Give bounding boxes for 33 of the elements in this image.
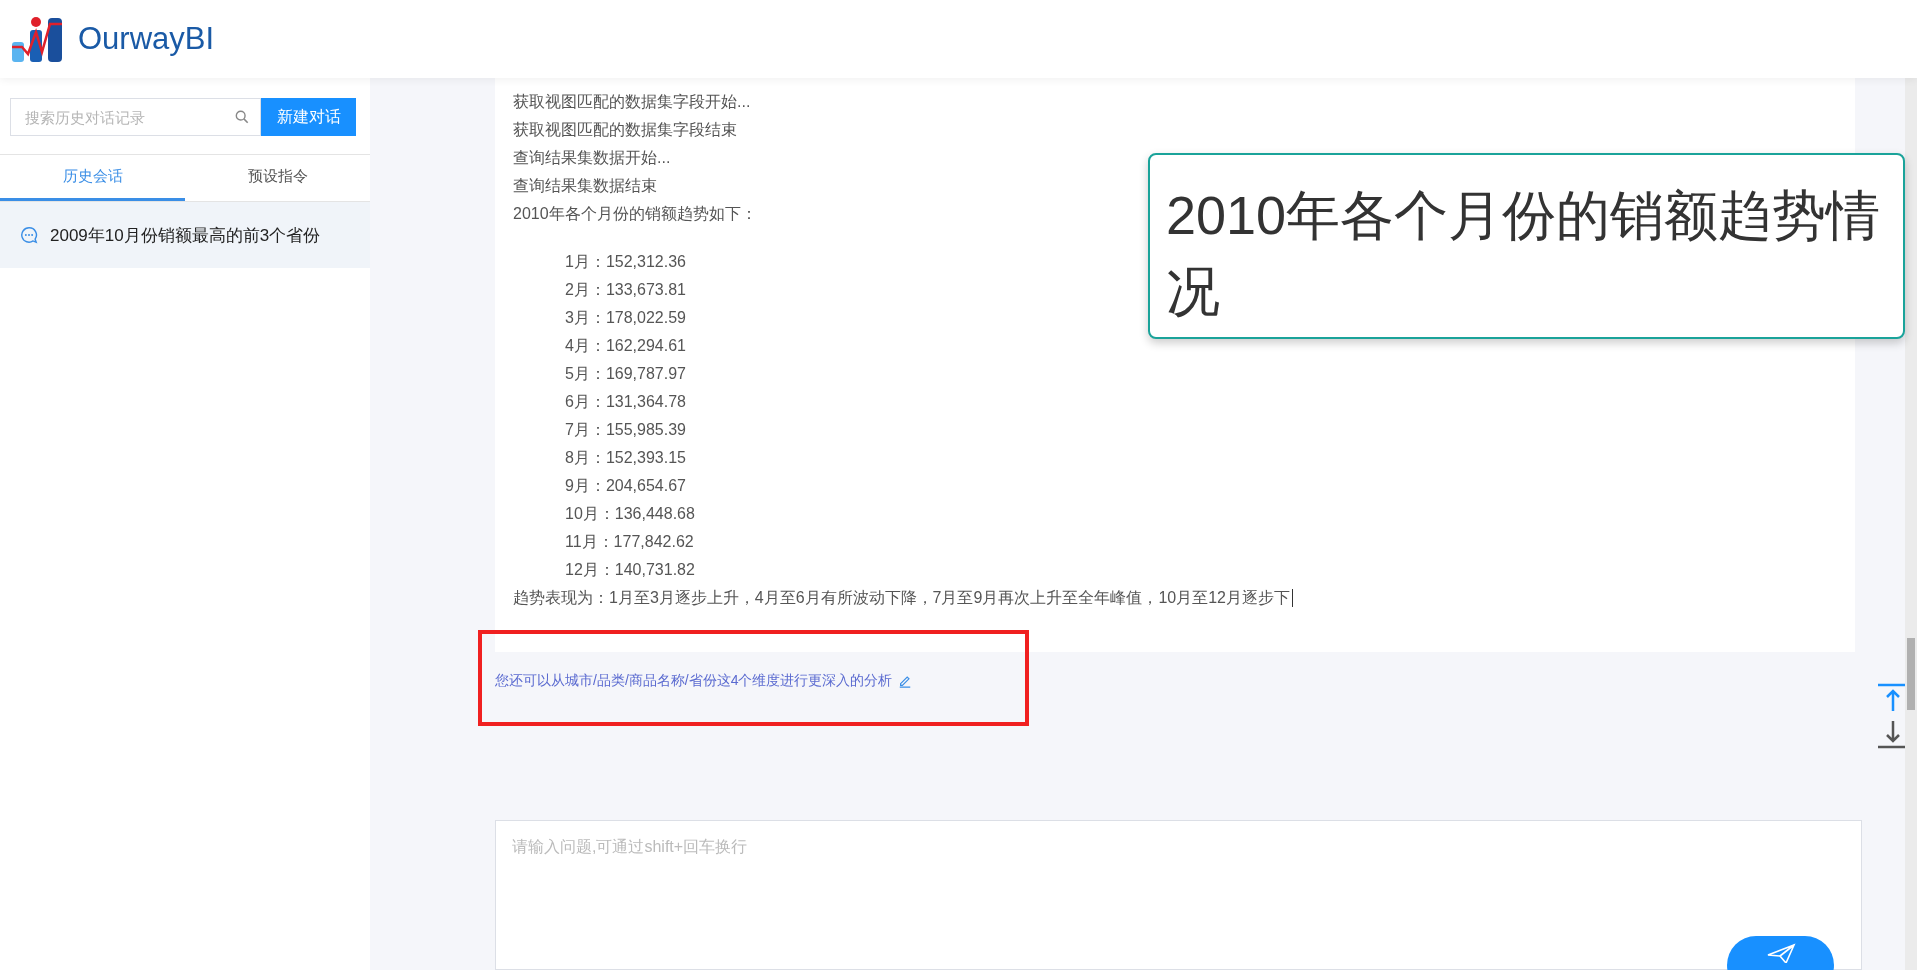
month-value: 2月：133,673.81 (565, 280, 686, 300)
month-value: 8月：152,393.15 (565, 448, 686, 468)
conversation-title: 2009年10月份销额最高的前3个省份 (50, 224, 321, 247)
scrollbar-thumb[interactable] (1907, 638, 1915, 710)
month-value: 3月：178,022.59 (565, 308, 686, 328)
month-value: 1月：152,312.36 (565, 252, 686, 272)
month-value: 5月：169,787.97 (565, 364, 686, 384)
paper-plane-icon (1765, 943, 1796, 963)
logo-text: OurwayBI (78, 21, 215, 57)
log-line: 查询结果集数据结束 (513, 176, 657, 196)
search-icon[interactable] (235, 110, 249, 124)
question-input[interactable]: 请输入问题,可通过shift+回车换行 (495, 820, 1862, 970)
month-value: 4月：162,294.61 (565, 336, 686, 356)
month-value: 10月：136,448.68 (565, 504, 695, 524)
log-line: 获取视图匹配的数据集字段开始... (513, 92, 751, 112)
callout-text: 2010年各个月份的销额趋势情况 (1166, 184, 1882, 323)
month-value: 6月：131,364.78 (565, 392, 686, 412)
chat-bubble-icon (20, 226, 38, 244)
conversation-item[interactable]: 2009年10月份销额最高的前3个省份 (0, 202, 370, 268)
search-field[interactable]: 搜索历史对话记录 (10, 98, 261, 136)
month-value: 7月：155,985.39 (565, 420, 686, 440)
log-line: 获取视图匹配的数据集字段结束 (513, 120, 737, 140)
log-line: 2010年各个月份的销额趋势如下： (513, 204, 757, 224)
sidebar-tab[interactable]: 预设指令 (185, 155, 370, 201)
log-line: 查询结果集数据开始... (513, 148, 671, 168)
pencil-icon[interactable] (898, 674, 913, 688)
suggestion-text[interactable]: 您还可以从城市/品类/商品名称/省份这4个维度进行更深入的分析 (495, 672, 893, 690)
month-value: 9月：204,654.67 (565, 476, 686, 496)
trend-summary: 趋势表现为：1月至3月逐步上升，4月至6月有所波动下降，7月至9月再次上升至全年峰值，10月至12月逐步下 (513, 588, 1290, 608)
month-value: 12月：140,731.82 (565, 560, 695, 580)
scrollbar[interactable] (1905, 78, 1917, 970)
month-value: 11月：177,842.62 (565, 532, 694, 552)
new-chat-button[interactable]: 新建对话 (261, 98, 356, 136)
